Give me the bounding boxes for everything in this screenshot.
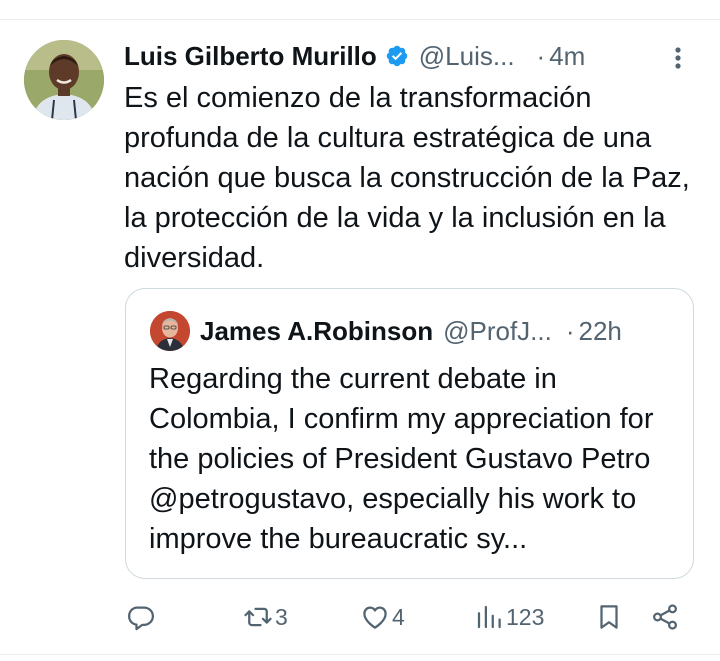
- reply-icon: [128, 606, 154, 631]
- quoted-author-avatar: [150, 311, 190, 351]
- quoted-author-name: James A.Robinson: [200, 315, 434, 346]
- author-name[interactable]: Luis Gilberto Murillo: [124, 41, 377, 72]
- views-count: 123: [506, 603, 545, 630]
- bookmark-button[interactable]: [594, 596, 624, 638]
- share-icon: [652, 604, 678, 630]
- tweet-time[interactable]: 4m: [549, 41, 585, 72]
- more-options-icon[interactable]: [668, 44, 688, 72]
- like-count: 4: [392, 603, 405, 630]
- quoted-tweet-time: 22h: [578, 315, 622, 346]
- views-button[interactable]: 123: [474, 596, 544, 638]
- author-avatar[interactable]: [24, 40, 104, 120]
- author-handle[interactable]: @Luis...: [419, 41, 515, 72]
- quoted-tweet-text: Regarding the current debate in Colombia…: [149, 363, 654, 555]
- quoted-author-handle: @ProfJ...: [443, 315, 552, 346]
- tweet-header: Luis Gilberto Murillo @Luis... · 4m: [124, 38, 700, 74]
- like-button[interactable]: 4: [360, 596, 405, 638]
- verified-badge-icon: [386, 45, 408, 67]
- reply-button[interactable]: [126, 596, 158, 638]
- author-avatar-image: [24, 40, 104, 120]
- top-divider: [0, 19, 720, 20]
- bookmark-icon: [600, 605, 618, 629]
- share-button[interactable]: [650, 596, 680, 638]
- tweet-text: Es el comienzo de la transformación prof…: [124, 82, 690, 274]
- retweet-button[interactable]: 3: [243, 596, 288, 638]
- retweet-icon: [244, 607, 272, 627]
- quoted-avatar-image: [150, 311, 190, 351]
- quoted-separator-dot: ·: [565, 315, 575, 346]
- bottom-divider: [0, 654, 720, 655]
- separator-dot: ·: [536, 40, 546, 71]
- tweet-actions-bar: 3 4 123: [0, 596, 720, 638]
- analytics-bar-icon: [477, 605, 501, 629]
- quoted-tweet-card[interactable]: James A.Robinson @ProfJ... · 22h Regardi…: [125, 288, 694, 579]
- retweet-count: 3: [275, 603, 288, 630]
- quoted-tweet-header: James A.Robinson @ProfJ... · 22h: [200, 313, 680, 349]
- heart-icon: [363, 606, 387, 629]
